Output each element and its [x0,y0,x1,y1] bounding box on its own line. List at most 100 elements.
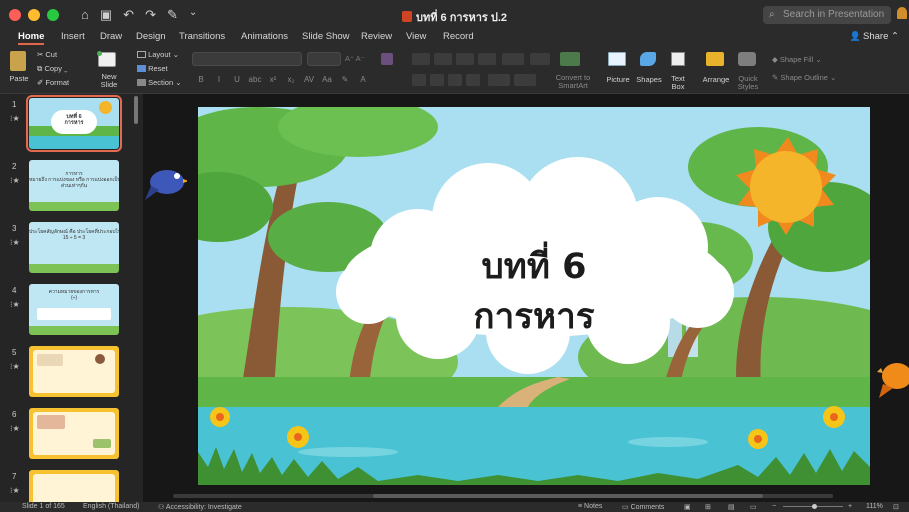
shapes-button[interactable]: Shapes [634,76,664,84]
slide-thumbnail-3[interactable]: ประโยคสัญลักษณ์ คือ ประโยคที่ประกอบไปด้ว… [29,222,119,273]
share-button[interactable]: 👤 Share ⌃ [850,31,899,42]
font-size-select[interactable] [307,52,341,66]
horizontal-scrollbar[interactable] [173,494,833,498]
accessibility-button[interactable]: ⚇ Accessibility: Investigate [158,503,242,511]
italic-button[interactable]: I [212,75,226,84]
slide-thumbnail-4[interactable]: ความหมายของการหาร (÷) [29,284,119,335]
shape-outline-button[interactable]: ✎ Shape Outline ⌄ [772,73,836,82]
slide-title-line-2[interactable]: การหาร [198,295,870,339]
change-case-button[interactable]: Aa [320,75,334,84]
paste-button[interactable]: Paste [5,75,33,83]
slide-sorter-button[interactable]: ⊞ [705,503,711,511]
zoom-level[interactable]: 111% [866,503,883,510]
quick-styles-icon[interactable] [738,52,756,66]
justify-button[interactable] [466,74,480,86]
tab-review[interactable]: Review [361,31,392,42]
arrange-icon[interactable] [706,52,724,66]
strike-button[interactable]: abc [248,75,262,84]
tab-draw[interactable]: Draw [100,31,122,42]
thumbnail-row[interactable]: 5 ⁝★ [0,346,143,408]
reading-view-button[interactable]: ▤ [728,503,735,511]
align-center-button[interactable] [430,74,444,86]
section-button[interactable]: Section ⌄ [137,78,182,87]
font-size-buttons[interactable]: A⁺ A⁻ [345,54,365,63]
picture-button[interactable]: Picture [602,76,634,84]
shapes-icon[interactable] [640,52,656,66]
thumbnail-row[interactable]: 7 ⁝★ [0,470,143,502]
reset-button[interactable]: Reset [137,64,168,73]
zoom-out-button[interactable]: − [772,503,776,510]
tab-record[interactable]: Record [443,31,474,42]
clear-format-icon[interactable] [381,53,393,65]
numbering-button[interactable] [434,53,452,65]
slide-thumbnails-panel[interactable]: 1 ⁝★ บทที่ 6 การหาร 2 ⁝★ การหาร หมายถึง … [0,94,143,502]
bold-button[interactable]: B [194,75,208,84]
text-box-button[interactable]: Text Box [666,75,690,91]
redo-icon[interactable]: ↷ [145,7,156,23]
zoom-slider-handle[interactable] [812,504,817,509]
smartart-icon[interactable] [560,52,580,66]
slide-editor[interactable]: บทที่ 6 การหาร [143,94,909,502]
cut-button[interactable]: ✂ Cut [37,50,57,59]
comments-button[interactable]: ▭ Comments [622,503,664,511]
fit-slide-icon[interactable]: ⊡ [893,503,899,511]
increase-indent-button[interactable] [478,53,496,65]
arrange-button[interactable]: Arrange [700,76,732,84]
slide-title-line-1[interactable]: บทที่ 6 [198,245,870,289]
current-slide-canvas[interactable]: บทที่ 6 การหาร [198,107,870,485]
align-right-button[interactable] [448,74,462,86]
slide-thumbnail-5[interactable] [29,346,119,397]
more-icon[interactable]: ⌄ [189,7,197,23]
slide-thumbnail-2[interactable]: การหาร หมายถึง การแบ่งของ หรือ การแบ่งออ… [29,160,119,211]
text-box-icon[interactable] [671,52,685,66]
tab-design[interactable]: Design [136,31,166,42]
thumbnail-row[interactable]: 3 ⁝★ ประโยคสัญลักษณ์ คือ ประโยคที่ประกอบ… [0,222,143,284]
quick-styles-button[interactable]: Quick Styles [734,75,762,91]
home-icon[interactable]: ⌂ [81,7,89,23]
slide-thumbnail-7[interactable] [29,470,119,502]
format-painter-button[interactable]: ✐ Format [37,78,69,87]
decrease-indent-button[interactable] [456,53,474,65]
thumbnail-row[interactable]: 2 ⁝★ การหาร หมายถึง การแบ่งของ หรือ การแ… [0,160,143,222]
notes-button[interactable]: ≡ Notes [578,503,602,510]
undo-icon[interactable]: ↶ [123,7,134,23]
thumbnail-row[interactable]: 6 ⁝★ [0,408,143,470]
tab-home[interactable]: Home [18,31,45,45]
copy-button[interactable]: ⧉ Copy ⌄ [37,64,68,73]
tab-animations[interactable]: Animations [241,31,288,42]
slideshow-view-button[interactable]: ▭ [750,503,757,511]
save-icon[interactable]: ▣ [100,7,112,23]
slide-thumbnail-1[interactable]: บทที่ 6 การหาร [26,95,122,152]
shape-fill-button[interactable]: ◆ Shape Fill ⌄ [772,55,822,64]
align-left-button[interactable] [412,74,426,86]
text-direction-button[interactable] [488,74,510,86]
language-indicator[interactable]: English (Thailand) [83,503,139,510]
tab-insert[interactable]: Insert [61,31,85,42]
superscript-button[interactable]: x² [266,75,280,84]
customize-icon[interactable]: ✎ [167,7,178,23]
zoom-window-button[interactable] [47,9,59,21]
highlight-button[interactable]: ✎ [338,75,352,84]
subscript-button[interactable]: x₂ [284,75,298,84]
tab-transitions[interactable]: Transitions [179,31,225,42]
picture-icon[interactable] [608,52,626,66]
font-name-select[interactable] [192,52,302,66]
bullets-button[interactable] [412,53,430,65]
thumbnail-row[interactable]: 1 ⁝★ บทที่ 6 การหาร [0,95,143,160]
line-spacing-button[interactable] [502,53,524,65]
tab-slide-show[interactable]: Slide Show [302,31,350,42]
zoom-in-button[interactable]: + [848,503,852,510]
underline-button[interactable]: U [230,75,244,84]
minimize-window-button[interactable] [28,9,40,21]
columns-button[interactable] [530,53,550,65]
font-color-button[interactable]: A [356,75,370,84]
char-spacing-button[interactable]: AV [302,75,316,84]
close-window-button[interactable] [9,9,21,21]
tab-view[interactable]: View [406,31,426,42]
scrollbar-thumb[interactable] [373,494,763,498]
slide-thumbnail-6[interactable] [29,408,119,459]
search-box[interactable]: ⌕ Search in Presentation [763,6,891,24]
convert-smartart-button[interactable]: Convert to SmartArt [548,74,598,90]
normal-view-button[interactable]: ▣ [684,503,691,511]
thumbnail-row[interactable]: 4 ⁝★ ความหมายของการหาร (÷) [0,284,143,346]
